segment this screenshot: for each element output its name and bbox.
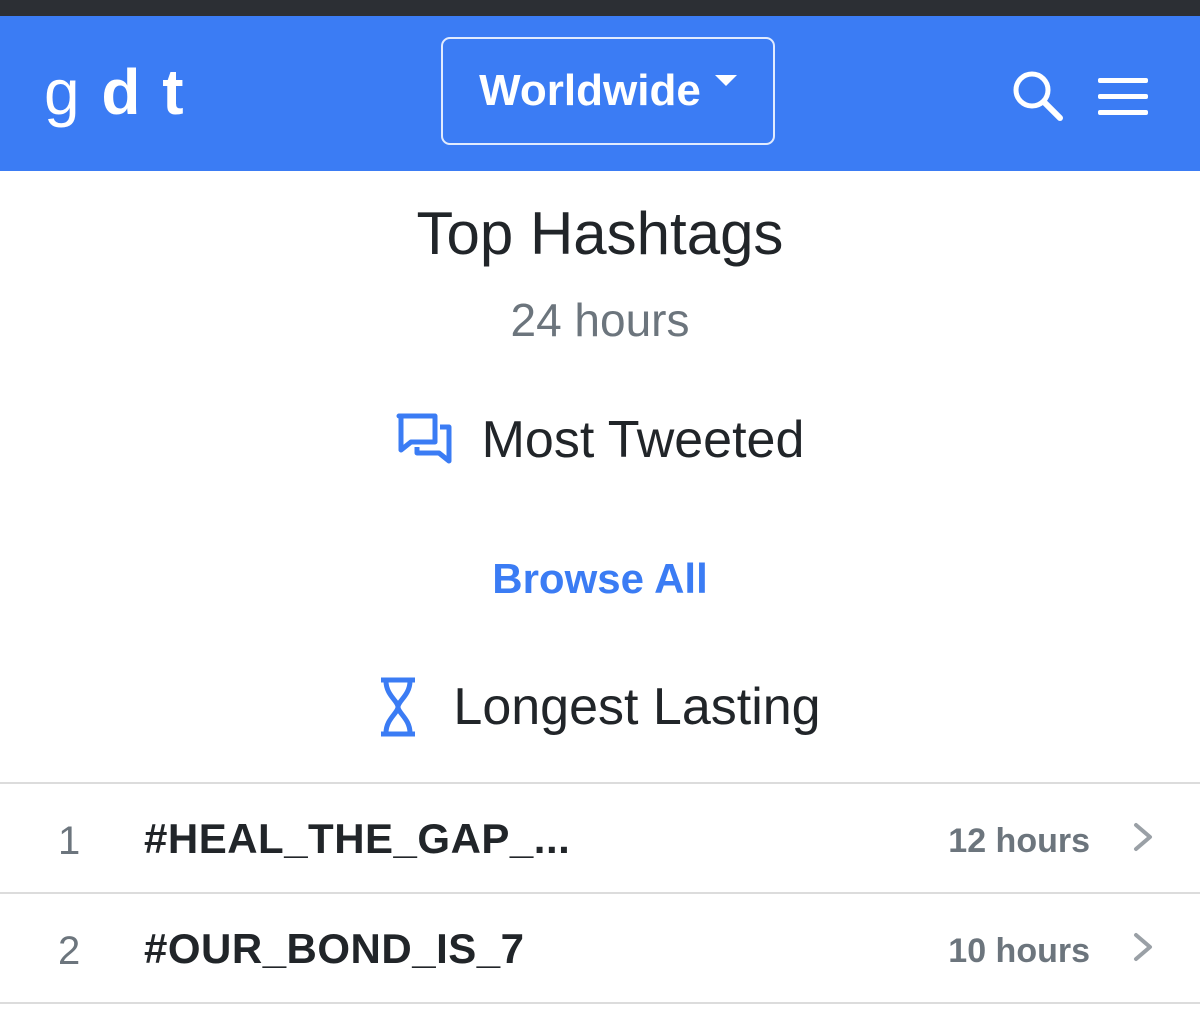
longest-lasting-heading: Longest Lasting [0,675,1200,739]
most-tweeted-label: Most Tweeted [481,411,805,469]
hashtag-rank: 1 [58,819,81,863]
region-dropdown[interactable]: Worldwide [441,37,775,145]
search-button[interactable] [1008,66,1068,126]
logo-letters-dt: d t [101,56,186,128]
chevron-right-icon [1134,823,1152,851]
hourglass-icon [379,677,417,737]
browse-all-link[interactable]: Browse All [0,552,1200,606]
page-subtitle: 24 hours [510,294,690,346]
site-logo[interactable]: g d t [44,60,186,124]
status-bar-strip [0,0,1200,16]
region-dropdown-label: Worldwide [479,66,701,115]
hamburger-menu-button[interactable] [1096,72,1152,122]
page-title: Top Hashtags [416,200,784,267]
search-icon [1013,71,1063,121]
top-navbar: g d t Worldwide [0,16,1200,171]
hamburger-line [1098,78,1148,83]
hamburger-line [1098,94,1148,99]
logo-letter-g: g [44,56,82,128]
hashtag-name: #HEAL_THE_GAP_... [144,815,571,862]
hashtag-rank: 2 [58,929,81,973]
hashtag-name: #OUR_BOND_IS_7 [144,925,525,972]
chevron-right-icon [1134,933,1152,961]
most-tweeted-heading: Most Tweeted [0,408,1200,472]
list-divider [0,1002,1200,1004]
hashtag-row[interactable]: 2 #OUR_BOND_IS_7 10 hours [0,894,1200,1002]
hashtag-duration: 10 hours [948,932,1090,970]
hashtag-row[interactable]: 1 #HEAL_THE_GAP_... 12 hours [0,784,1200,892]
hashtag-duration: 12 hours [948,822,1090,860]
longest-lasting-label: Longest Lasting [453,678,821,736]
caret-down-icon [714,74,737,86]
hamburger-line [1098,110,1148,115]
chat-bubbles-icon [396,413,454,467]
